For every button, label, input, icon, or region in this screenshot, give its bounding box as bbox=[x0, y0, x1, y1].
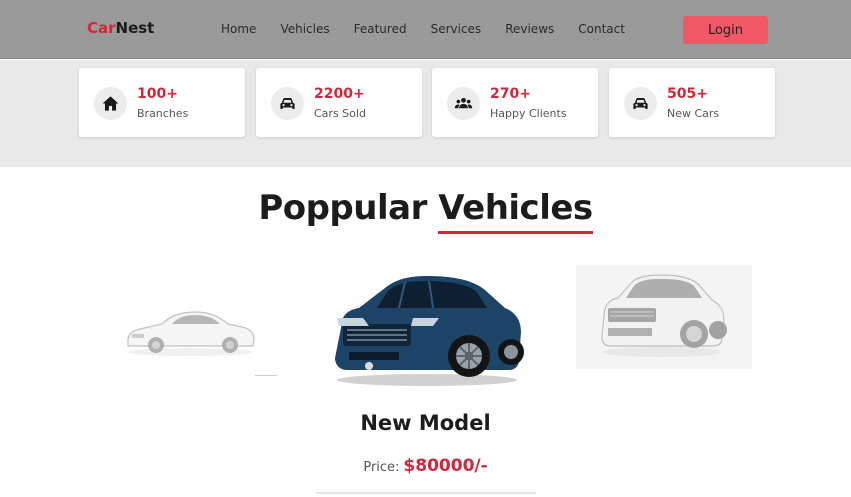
section-title-part2: Vehicles bbox=[438, 188, 593, 228]
navbar: CarNest Home Vehicles Featured Services … bbox=[0, 0, 851, 59]
car-icon bbox=[624, 87, 657, 120]
stat-label: Branches bbox=[137, 107, 189, 120]
stat-value: 100+ bbox=[137, 86, 178, 102]
stat-card-cars-sold: 2200+ Cars Sold bbox=[256, 68, 422, 137]
login-button[interactable]: Login bbox=[683, 16, 768, 44]
brand-logo-accent: Car bbox=[87, 19, 116, 37]
home-icon bbox=[94, 87, 127, 120]
featured-price: Price: $80000/- bbox=[0, 456, 851, 476]
car-image-left[interactable] bbox=[122, 302, 258, 358]
stat-label: Happy Clients bbox=[490, 107, 567, 120]
car-image-right[interactable] bbox=[594, 272, 730, 360]
stat-value: 2200+ bbox=[314, 86, 365, 102]
featured-model-name: New Model bbox=[360, 411, 491, 435]
nav-links: Home Vehicles Featured Services Reviews … bbox=[221, 22, 625, 36]
stats-band: 100+ Branches 2200+ Cars Sold 270+ Happy… bbox=[0, 60, 851, 167]
users-icon bbox=[447, 87, 480, 120]
stat-card-branches: 100+ Branches bbox=[79, 68, 245, 137]
car-image-featured[interactable] bbox=[329, 268, 526, 390]
stat-value: 505+ bbox=[667, 86, 708, 102]
stat-label: New Cars bbox=[667, 107, 720, 120]
stat-card-happy-clients: 270+ Happy Clients bbox=[432, 68, 598, 137]
nav-link-featured[interactable]: Featured bbox=[354, 22, 407, 36]
title-underline bbox=[438, 231, 593, 234]
stat-label: Cars Sold bbox=[314, 107, 366, 120]
section-title-part1: Poppular bbox=[258, 188, 427, 228]
nav-link-home[interactable]: Home bbox=[221, 22, 256, 36]
stat-value: 270+ bbox=[490, 86, 531, 102]
nav-link-reviews[interactable]: Reviews bbox=[505, 22, 554, 36]
price-value: $80000/- bbox=[403, 456, 488, 476]
nav-link-vehicles[interactable]: Vehicles bbox=[280, 22, 329, 36]
car-icon bbox=[271, 87, 304, 120]
brand-logo[interactable]: CarNest bbox=[87, 19, 154, 37]
brand-logo-rest: Nest bbox=[115, 19, 155, 37]
stat-card-new-cars: 505+ New Cars bbox=[609, 68, 775, 137]
car-left-shadow-line bbox=[255, 375, 277, 376]
price-label: Price: bbox=[363, 460, 400, 475]
bottom-divider bbox=[316, 492, 536, 494]
nav-link-contact[interactable]: Contact bbox=[578, 22, 625, 36]
nav-link-services[interactable]: Services bbox=[431, 22, 482, 36]
section-title-highlight: Vehicles bbox=[438, 188, 593, 234]
section-title: Poppular Vehicles bbox=[0, 188, 851, 234]
